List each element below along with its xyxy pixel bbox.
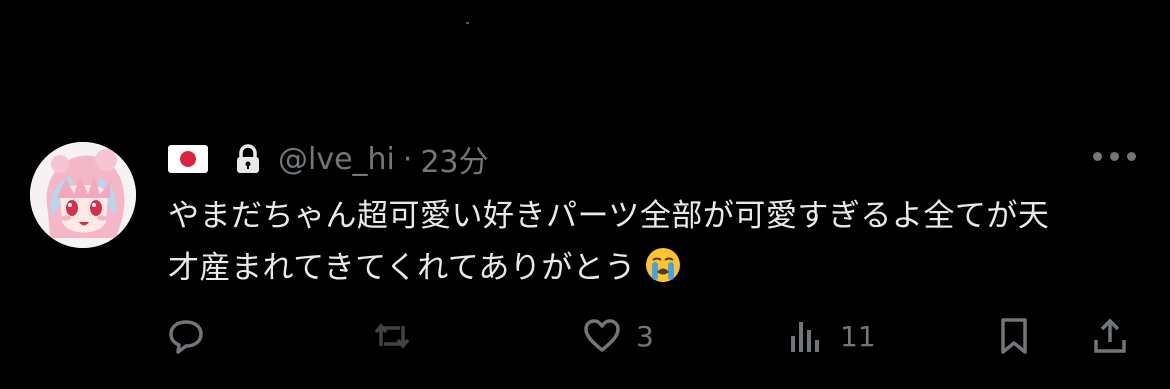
separator-dot: · bbox=[402, 141, 413, 177]
lock-icon bbox=[237, 144, 259, 173]
like-count: 3 bbox=[636, 319, 654, 353]
bookmark-icon bbox=[1001, 318, 1027, 354]
views-chart-icon bbox=[791, 322, 819, 352]
tweet[interactable]: @lve_hi · 23分 やまだちゃん超可愛い好きパーツ全部が可愛すぎるよ全て… bbox=[0, 0, 1170, 389]
tweet-header: @lve_hi · 23分 bbox=[168, 138, 489, 180]
views-count: 11 bbox=[840, 319, 876, 353]
share-button[interactable] bbox=[1090, 312, 1130, 360]
japan-flag-icon bbox=[168, 145, 208, 173]
loudly-crying-face-icon bbox=[645, 248, 680, 282]
retweet-icon bbox=[374, 323, 410, 349]
tweet-actions: 3 11 bbox=[0, 312, 1170, 360]
tweet-text: やまだちゃん超可愛い好きパーツ全部が可愛すぎるよ全てが天才産まれてきてくれてあり… bbox=[168, 190, 1068, 294]
avatar[interactable] bbox=[30, 142, 136, 248]
bookmark-button[interactable] bbox=[994, 312, 1034, 360]
heart-icon bbox=[584, 319, 620, 352]
tweet-text-content: やまだちゃん超可愛い好きパーツ全部が可愛すぎるよ全てが天才産まれてきてくれてあり… bbox=[168, 198, 1050, 286]
like-button[interactable]: 3 bbox=[582, 312, 654, 360]
timestamp[interactable]: 23分 bbox=[420, 137, 488, 181]
retweet-button[interactable] bbox=[372, 312, 412, 360]
user-handle[interactable]: @lve_hi bbox=[278, 142, 395, 177]
avatar-anime-girl-image bbox=[30, 142, 136, 248]
reply-button[interactable] bbox=[166, 312, 206, 360]
reply-icon bbox=[169, 320, 203, 354]
views-button[interactable]: 11 bbox=[786, 312, 876, 360]
more-options-icon[interactable] bbox=[1093, 152, 1137, 166]
share-icon bbox=[1094, 318, 1126, 353]
